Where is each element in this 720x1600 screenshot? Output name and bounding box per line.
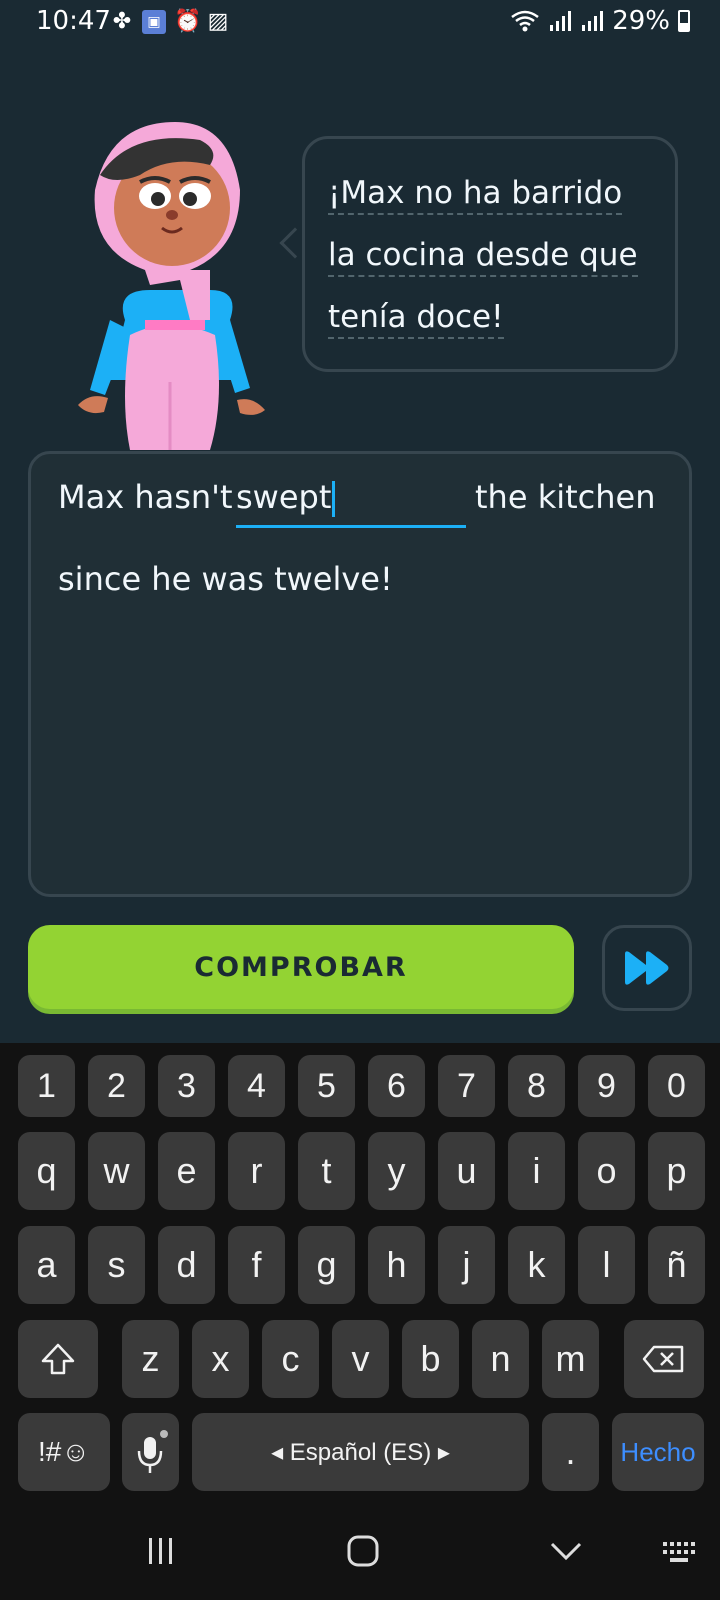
key-p[interactable]: p xyxy=(648,1132,705,1210)
key-h[interactable]: h xyxy=(368,1226,425,1304)
signal-icon xyxy=(550,11,572,31)
symbols-key[interactable]: !#☺ xyxy=(18,1413,110,1491)
key-4[interactable]: 4 xyxy=(228,1055,285,1117)
voice-input-key[interactable] xyxy=(122,1413,179,1491)
backspace-icon xyxy=(642,1345,684,1373)
key-v[interactable]: v xyxy=(332,1320,389,1398)
key-u[interactable]: u xyxy=(438,1132,495,1210)
wifi-icon xyxy=(511,10,539,32)
answer-text-after: the kitchen xyxy=(475,478,656,516)
key-0[interactable]: 0 xyxy=(648,1055,705,1117)
key-w[interactable]: w xyxy=(88,1132,145,1210)
key-n[interactable]: n xyxy=(472,1320,529,1398)
key-7[interactable]: 7 xyxy=(438,1055,495,1117)
chevron-down-icon[interactable] xyxy=(549,1540,583,1562)
key-d[interactable]: d xyxy=(158,1226,215,1304)
key-t[interactable]: t xyxy=(298,1132,355,1210)
key-s[interactable]: s xyxy=(88,1226,145,1304)
key-6[interactable]: 6 xyxy=(368,1055,425,1117)
key-5[interactable]: 5 xyxy=(298,1055,355,1117)
key-f[interactable]: f xyxy=(228,1226,285,1304)
key-r[interactable]: r xyxy=(228,1132,285,1210)
key-a[interactable]: a xyxy=(18,1226,75,1304)
key-o[interactable]: o xyxy=(578,1132,635,1210)
home-icon[interactable] xyxy=(346,1534,380,1568)
recent-apps-icon[interactable] xyxy=(146,1536,176,1566)
fast-forward-icon xyxy=(625,951,669,985)
prompt-line[interactable]: la cocina desde que xyxy=(328,224,658,286)
keyboard-switch-icon[interactable] xyxy=(662,1540,698,1564)
key-ñ[interactable]: ñ xyxy=(648,1226,705,1304)
key-l[interactable]: l xyxy=(578,1226,635,1304)
signal-icon xyxy=(582,11,604,31)
key-g[interactable]: g xyxy=(298,1226,355,1304)
key-k[interactable]: k xyxy=(508,1226,565,1304)
shift-key[interactable] xyxy=(18,1320,98,1398)
key-3[interactable]: 3 xyxy=(158,1055,215,1117)
app-notification-icon: ▣ xyxy=(142,10,166,34)
answer-blank-input[interactable]: swept xyxy=(236,478,466,528)
shift-icon xyxy=(41,1343,75,1375)
pinwheel-icon: ✤ xyxy=(112,9,132,34)
battery-percent: 29% xyxy=(612,6,670,36)
period-key[interactable]: . xyxy=(542,1413,599,1491)
key-j[interactable]: j xyxy=(438,1226,495,1304)
answer-text-before: Max hasn't xyxy=(58,478,233,516)
key-x[interactable]: x xyxy=(192,1320,249,1398)
key-2[interactable]: 2 xyxy=(88,1055,145,1117)
symbols-label: !#☺ xyxy=(38,1436,90,1467)
prompt-line[interactable]: tenía doce! xyxy=(328,286,658,348)
key-e[interactable]: e xyxy=(158,1132,215,1210)
space-bar-key[interactable]: ◂ Español (ES) ▸ xyxy=(192,1413,529,1491)
text-caret xyxy=(332,481,336,517)
alarm-icon: ⏰ xyxy=(174,9,202,34)
key-9[interactable]: 9 xyxy=(578,1055,635,1117)
key-z[interactable]: z xyxy=(122,1320,179,1398)
key-8[interactable]: 8 xyxy=(508,1055,565,1117)
skip-button[interactable] xyxy=(602,925,692,1011)
status-bar: 10:47 ✤ ▣ ⏰ ▨ 29% xyxy=(0,0,720,46)
battery-icon xyxy=(678,10,690,32)
status-time: 10:47 xyxy=(36,6,111,36)
key-m[interactable]: m xyxy=(542,1320,599,1398)
character-illustration xyxy=(78,122,265,450)
image-icon: ▨ xyxy=(207,9,229,34)
key-b[interactable]: b xyxy=(402,1320,459,1398)
key-1[interactable]: 1 xyxy=(18,1055,75,1117)
prompt-line[interactable]: ¡Max no ha barrido xyxy=(328,162,658,224)
key-y[interactable]: y xyxy=(368,1132,425,1210)
answer-text-line2: since he was twelve! xyxy=(58,560,393,598)
key-i[interactable]: i xyxy=(508,1132,565,1210)
answer-input-value: swept xyxy=(236,478,332,516)
navigation-bar xyxy=(0,1520,720,1600)
status-right: 29% xyxy=(510,6,690,36)
microphone-icon xyxy=(137,1430,168,1473)
check-button[interactable]: COMPROBAR xyxy=(28,925,574,1009)
done-key[interactable]: Hecho xyxy=(612,1413,704,1491)
key-q[interactable]: q xyxy=(18,1132,75,1210)
prompt-sentence: ¡Max no ha barrido la cocina desde que t… xyxy=(328,162,658,348)
key-c[interactable]: c xyxy=(262,1320,319,1398)
backspace-key[interactable] xyxy=(624,1320,704,1398)
status-notification-icons: ✤ ▣ ⏰ ▨ xyxy=(110,10,230,34)
